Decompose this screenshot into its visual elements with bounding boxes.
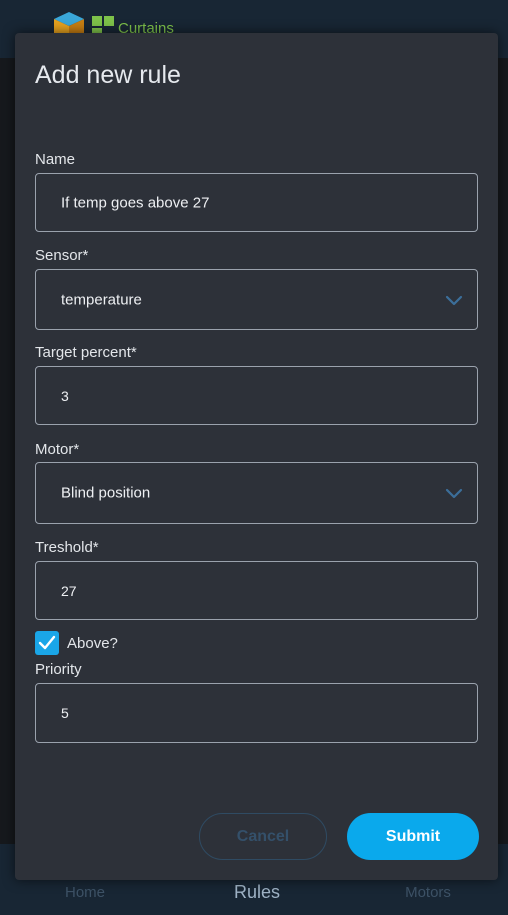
- target-percent-value: 3: [61, 387, 69, 404]
- above-checkbox[interactable]: [35, 631, 59, 655]
- priority-input[interactable]: 5: [35, 683, 478, 743]
- above-label[interactable]: Above?: [67, 635, 118, 652]
- threshold-value: 27: [61, 582, 77, 599]
- sensor-value: temperature: [61, 291, 142, 308]
- dialog-title: Add new rule: [35, 61, 181, 89]
- nav-rules[interactable]: Rules: [234, 882, 280, 903]
- threshold-label: Treshold*: [35, 539, 99, 556]
- name-label: Name: [35, 151, 76, 168]
- motor-select[interactable]: Blind position: [35, 462, 478, 524]
- target-percent-input[interactable]: 3: [35, 366, 478, 425]
- chevron-down-icon: [445, 488, 463, 499]
- sensor-select[interactable]: temperature: [35, 269, 478, 330]
- nav-motors[interactable]: Motors: [405, 884, 451, 901]
- check-icon: [38, 635, 56, 650]
- sensor-label: Sensor*: [35, 247, 89, 264]
- nav-home[interactable]: Home: [65, 884, 105, 901]
- target-percent-label: Target percent*: [35, 344, 137, 361]
- threshold-input[interactable]: 27: [35, 561, 478, 620]
- name-value: If temp goes above 27: [61, 194, 210, 211]
- motor-value: Blind position: [61, 484, 151, 502]
- name-input[interactable]: If temp goes above 27: [35, 173, 478, 232]
- chevron-down-icon: [445, 295, 463, 305]
- add-rule-dialog: Add new rule Name If temp goes above 27 …: [15, 33, 498, 880]
- motor-label: Motor*: [35, 441, 80, 458]
- priority-label: Priority: [35, 661, 82, 678]
- cancel-button[interactable]: Cancel: [199, 813, 327, 860]
- submit-button[interactable]: Submit: [347, 813, 479, 860]
- priority-value: 5: [61, 705, 69, 721]
